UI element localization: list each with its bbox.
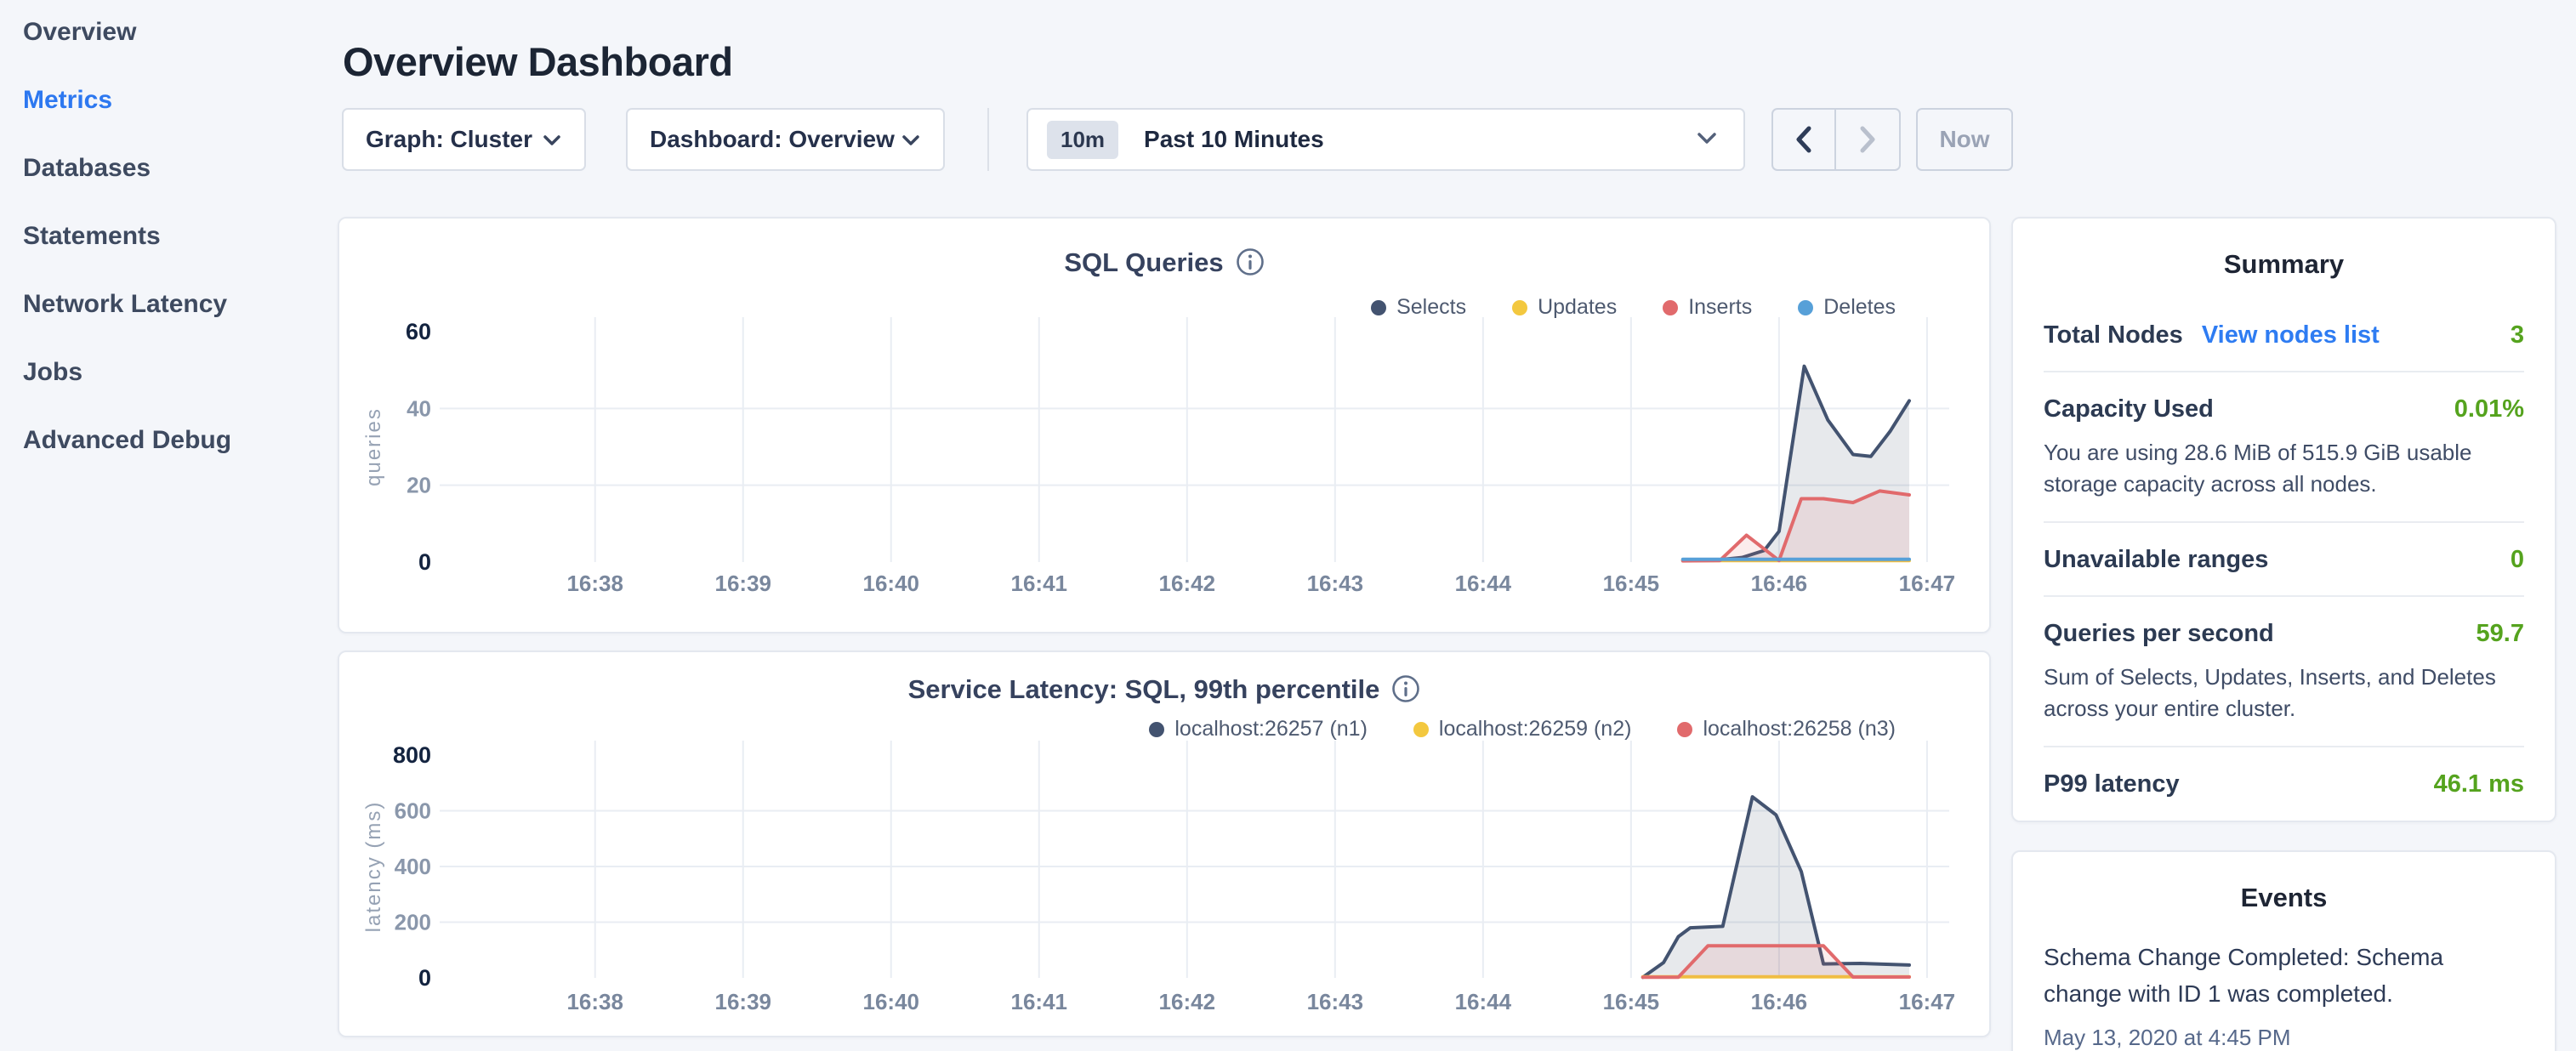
svg-text:400: 400 [395,854,431,879]
svg-text:16:42: 16:42 [1159,989,1216,1014]
page-title: Overview Dashboard [343,38,733,85]
svg-text:600: 600 [395,798,431,824]
events-panel: Events Schema Change Completed: Schema c… [2011,850,2556,1051]
svg-text:16:43: 16:43 [1307,989,1364,1014]
summary-label: P99 latency [2044,770,2180,798]
graph-dropdown[interactable]: Graph: Cluster [342,108,586,171]
chevron-down-icon [901,126,921,153]
svg-text:200: 200 [395,910,431,935]
event-message: Schema Change Completed: Schema change w… [2044,939,2524,1013]
svg-text:16:41: 16:41 [1011,571,1068,596]
summary-label: Unavailable ranges [2044,546,2268,574]
sidebar-item-jobs[interactable]: Jobs [23,340,340,408]
svg-text:20: 20 [407,473,431,498]
summary-title: Summary [2013,249,2555,280]
events-list: Schema Change Completed: Schema change w… [2044,939,2524,1051]
chevron-down-icon [542,126,562,153]
summary-label: Queries per second [2044,620,2274,648]
svg-text:16:40: 16:40 [863,571,919,596]
sidebar-item-statements[interactable]: Statements [23,204,340,272]
svg-text:60: 60 [406,319,431,344]
controls-divider [987,108,989,171]
service-latency-chart-card: Service Latency: SQL, 99th percentile lo… [338,650,1991,1037]
sidebar-item-databases[interactable]: Databases [23,136,340,204]
sidebar-item-overview[interactable]: Overview [23,0,340,68]
svg-text:16:41: 16:41 [1011,989,1068,1014]
svg-text:queries: queries [362,407,385,486]
controls-bar: Graph: Cluster Dashboard: Overview 10m P… [342,108,2570,171]
summary-label: Total Nodes [2044,321,2183,349]
summary-row-queries-per-second: Queries per second 59.7 Sum of Selects, … [2044,597,2524,747]
summary-panel: Summary Total Nodes View nodes list 3 Ca… [2011,217,2556,822]
svg-text:16:40: 16:40 [863,989,919,1014]
svg-text:16:46: 16:46 [1751,571,1808,596]
chart-plot-area: 16:38 16:39 16:40 16:41 16:42 16:43 16:44 16:45… [339,219,1993,635]
previous-timespan-button[interactable] [1773,110,1836,169]
chevron-down-icon [1696,131,1718,148]
svg-text:16:39: 16:39 [714,571,771,596]
svg-text:800: 800 [393,742,431,768]
sidebar-item-advanced-debug[interactable]: Advanced Debug [23,408,340,476]
event-item[interactable]: Schema Change Completed: Schema change w… [2044,939,2524,1051]
sidebar-nav: Overview Metrics Databases Statements Ne… [0,0,340,1051]
summary-label: Capacity Used [2044,395,2214,423]
sidebar-item-metrics[interactable]: Metrics [23,68,340,136]
now-button[interactable]: Now [1916,108,2013,171]
summary-row-capacity-used: Capacity Used 0.01% You are using 28.6 M… [2044,372,2524,523]
graph-dropdown-label: Graph: Cluster [366,126,532,153]
time-range-label: Past 10 Minutes [1144,126,1324,153]
summary-rows: Total Nodes View nodes list 3 Capacity U… [2044,298,2524,820]
summary-value: 59.7 [2476,620,2524,648]
summary-row-p99-latency: P99 latency 46.1 ms [2044,747,2524,820]
svg-text:latency (ms): latency (ms) [362,801,385,933]
view-nodes-list-link[interactable]: View nodes list [2202,321,2380,349]
svg-text:16:47: 16:47 [1899,571,1956,596]
event-timestamp: May 13, 2020 at 4:45 PM [2044,1025,2524,1051]
summary-description: You are using 28.6 MiB of 515.9 GiB usab… [2044,437,2524,500]
summary-value: 0 [2511,546,2524,574]
svg-text:0: 0 [418,965,431,991]
time-pager [1771,108,1901,171]
dashboard-dropdown-label: Dashboard: Overview [650,126,895,153]
svg-text:0: 0 [418,549,431,575]
svg-text:16:42: 16:42 [1159,571,1216,596]
time-range-selector[interactable]: 10m Past 10 Minutes [1026,108,1745,171]
dashboard-dropdown[interactable]: Dashboard: Overview [626,108,945,171]
events-title: Events [2013,883,2555,913]
chevron-left-icon [1793,125,1815,154]
summary-row-total-nodes: Total Nodes View nodes list 3 [2044,298,2524,372]
admin-ui-page: Overview Metrics Databases Statements Ne… [0,0,2576,1051]
chart-plot-area: 16:38 16:39 16:40 16:41 16:42 16:43 16:44 16:45… [339,652,1993,1039]
svg-text:16:44: 16:44 [1455,571,1512,596]
svg-text:16:45: 16:45 [1603,571,1660,596]
sidebar-item-network-latency[interactable]: Network Latency [23,272,340,340]
svg-text:16:47: 16:47 [1899,989,1956,1014]
time-range-badge: 10m [1047,121,1118,159]
summary-row-unavailable-ranges: Unavailable ranges 0 [2044,523,2524,597]
svg-text:16:46: 16:46 [1751,989,1808,1014]
svg-text:16:39: 16:39 [714,989,771,1014]
chevron-right-icon [1857,125,1879,154]
summary-value: 3 [2511,321,2524,349]
svg-text:16:38: 16:38 [566,571,623,596]
svg-text:16:45: 16:45 [1603,989,1660,1014]
summary-value: 46.1 ms [2434,770,2524,798]
sql-queries-chart-card: SQL Queries SelectsUpdatesInsertsDeletes… [338,217,1991,633]
svg-text:16:38: 16:38 [566,989,623,1014]
svg-text:16:44: 16:44 [1455,989,1512,1014]
summary-description: Sum of Selects, Updates, Inserts, and De… [2044,662,2524,724]
summary-value: 0.01% [2454,395,2524,423]
svg-text:40: 40 [407,395,431,421]
svg-text:16:43: 16:43 [1307,571,1364,596]
next-timespan-button[interactable] [1836,110,1899,169]
